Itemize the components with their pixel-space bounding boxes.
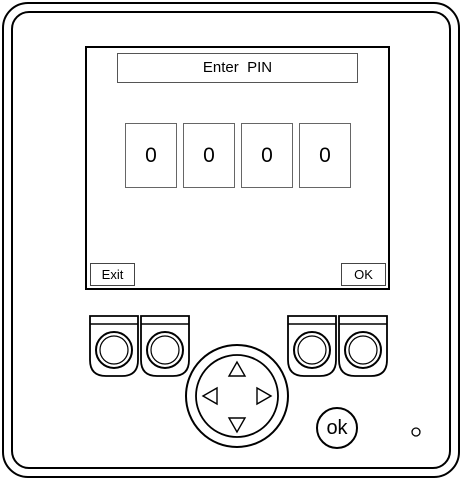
hardware-controls (89, 315, 421, 449)
function-key-1[interactable] (89, 315, 139, 377)
function-key-3[interactable] (287, 315, 337, 377)
function-key-4[interactable] (338, 315, 388, 377)
status-led-icon (411, 427, 421, 437)
ok-hardware-button[interactable] (316, 407, 358, 449)
function-key-2[interactable] (140, 315, 190, 377)
device-panel: Enter PIN 0 0 0 0 Exit OK ok (0, 0, 462, 480)
